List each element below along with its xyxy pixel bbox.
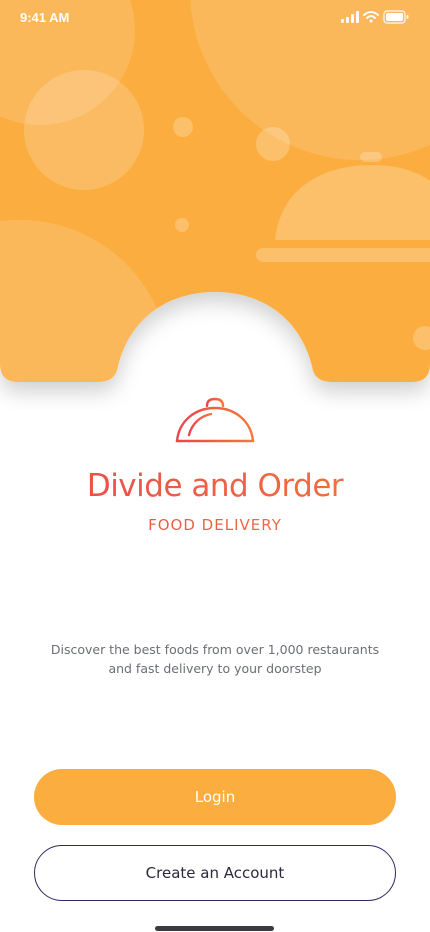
header-background (0, 0, 430, 382)
brand-tagline: FOOD DELIVERY (0, 516, 430, 534)
login-button[interactable]: Login (34, 769, 396, 825)
status-icons (341, 10, 409, 24)
home-indicator[interactable] (155, 926, 274, 931)
signal-icon (341, 11, 359, 23)
login-button-label: Login (194, 788, 236, 806)
create-account-button[interactable]: Create an Account (34, 845, 396, 901)
header-banner (0, 0, 430, 400)
wifi-icon (363, 11, 379, 23)
description-text: Discover the best foods from over 1,000 … (50, 642, 380, 676)
welcome-screen: 9:41 AM Divide and Order FOOD DELIVERY D… (0, 0, 430, 932)
cloche-icon (167, 397, 263, 457)
brand-name: Divide and Order (0, 468, 430, 504)
status-bar: 9:41 AM (0, 0, 430, 36)
status-time: 9:41 AM (20, 10, 70, 25)
battery-icon (383, 10, 409, 24)
create-account-button-label: Create an Account (145, 864, 285, 882)
